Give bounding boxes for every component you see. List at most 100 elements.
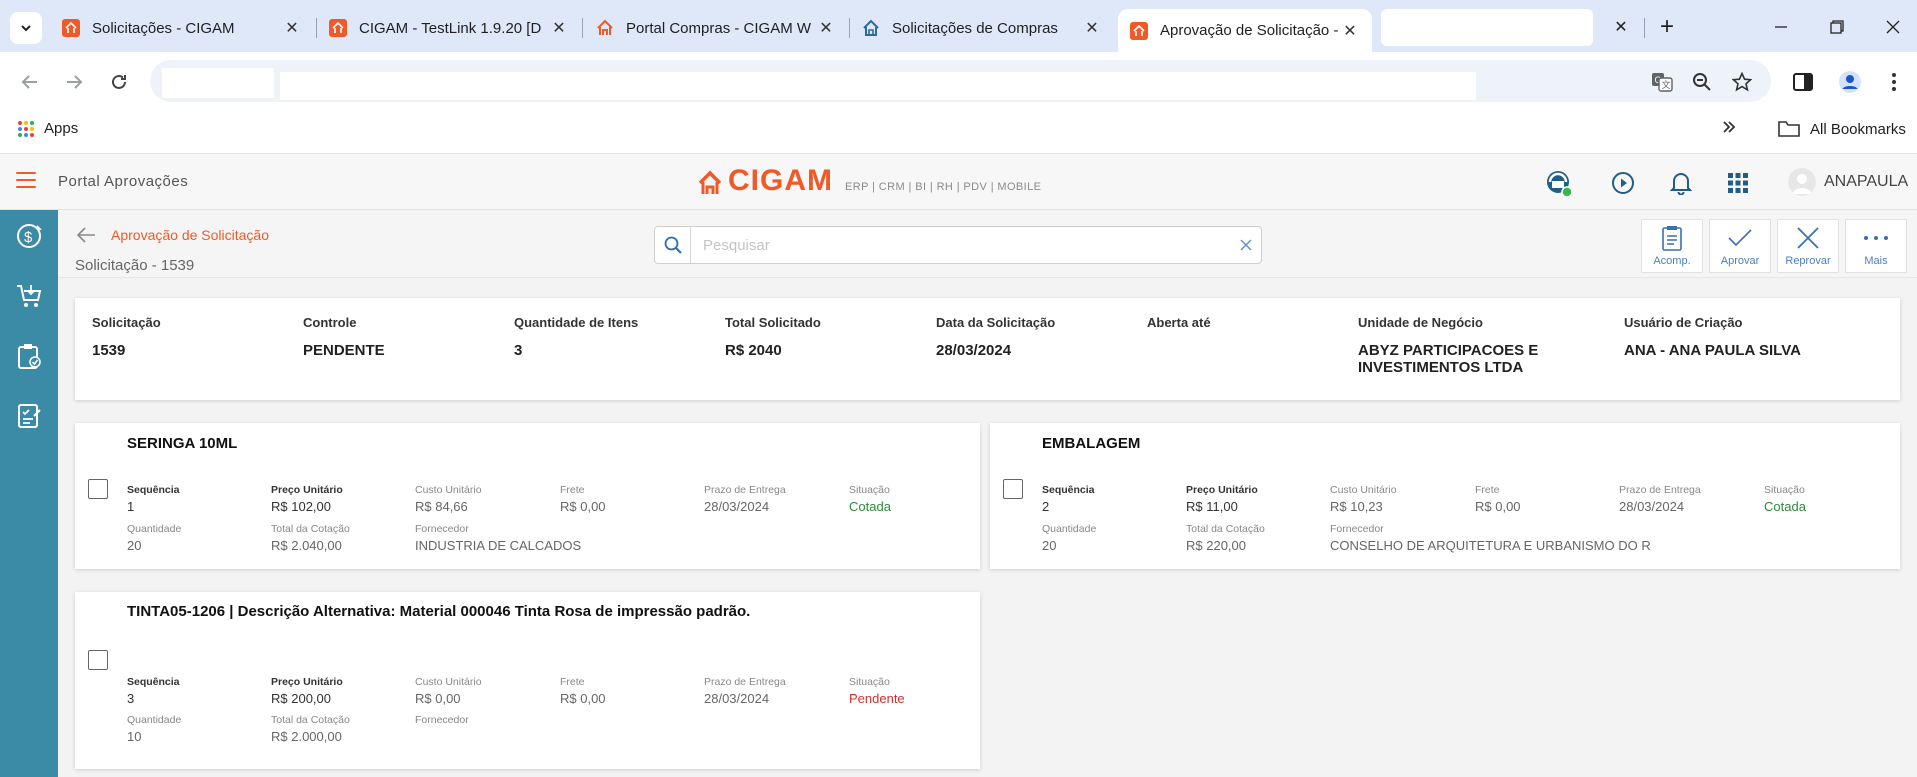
browser-tab-6[interactable] bbox=[1381, 9, 1593, 46]
close-tab-icon[interactable]: ✕ bbox=[816, 18, 836, 38]
summary-label: Usuário de Criação bbox=[1624, 315, 1743, 330]
browser-tab-5-active[interactable]: Aprovação de Solicitação - ✕ bbox=[1118, 9, 1372, 52]
search-box bbox=[654, 226, 1262, 264]
new-tab-icon[interactable]: + bbox=[1652, 13, 1682, 40]
aprovar-button[interactable]: Aprovar bbox=[1709, 219, 1771, 273]
close-tab-icon[interactable]: ✕ bbox=[549, 18, 569, 38]
summary-quantidade-itens: Quantidade de Itens 3 bbox=[514, 315, 638, 359]
breadcrumb[interactable]: Aprovação de Solicitação bbox=[111, 227, 269, 243]
reprovar-button[interactable]: Reprovar bbox=[1777, 219, 1839, 273]
back-arrow-icon[interactable] bbox=[76, 226, 98, 248]
search-input[interactable] bbox=[691, 228, 1231, 262]
bookmark-star-icon[interactable] bbox=[1726, 66, 1758, 98]
browser-tab-2[interactable]: CIGAM - TestLink 1.9.20 [D ✕ bbox=[329, 11, 569, 45]
field-frete: Frete R$ 0,00 bbox=[1475, 484, 1521, 514]
all-bookmarks[interactable]: All Bookmarks bbox=[1778, 120, 1906, 138]
item-title: TINTA05-1206 | Descrição Alternativa: Ma… bbox=[127, 603, 751, 620]
close-tab-icon[interactable]: ✕ bbox=[282, 18, 302, 38]
checklist-icon[interactable] bbox=[15, 402, 43, 430]
clear-search-icon[interactable] bbox=[1231, 239, 1261, 251]
field-value: R$ 0,00 bbox=[1475, 499, 1521, 514]
address-bar-url bbox=[280, 72, 1476, 100]
reload-icon[interactable] bbox=[103, 66, 135, 98]
search-icon[interactable] bbox=[655, 227, 691, 263]
field-label: Frete bbox=[560, 484, 585, 496]
bookmarks-overflow-icon[interactable] bbox=[1722, 120, 1736, 134]
reprovar-label: Reprovar bbox=[1785, 255, 1831, 267]
finance-approval-icon[interactable]: $ bbox=[15, 222, 43, 250]
acompanhar-button[interactable]: Acomp. bbox=[1641, 219, 1703, 273]
summary-aberta: Aberta até bbox=[1147, 315, 1211, 342]
item-checkbox[interactable] bbox=[1003, 479, 1023, 499]
field-value: 28/03/2024 bbox=[1619, 499, 1685, 514]
item-card-2: EMBALAGEM Sequência 2 Preço Unitário R$ 11… bbox=[990, 423, 1900, 569]
mais-button[interactable]: Mais bbox=[1845, 219, 1907, 273]
clipboard-approval-icon[interactable] bbox=[15, 342, 43, 370]
summary-total: Total Solicitado R$ 2040 bbox=[725, 315, 821, 359]
browser-tab-1[interactable]: Solicitações - CIGAM ✕ bbox=[62, 11, 302, 45]
close-icon bbox=[1796, 224, 1820, 252]
zoom-icon[interactable] bbox=[1686, 66, 1718, 98]
back-icon[interactable] bbox=[14, 66, 46, 98]
browser-tab-4[interactable]: Solicitações de Compras ✕ bbox=[862, 11, 1102, 45]
restore-icon[interactable] bbox=[1822, 14, 1852, 40]
field-label: Fornecedor bbox=[415, 523, 469, 535]
field-custo-unitario: Custo Unitário R$ 0,00 bbox=[415, 676, 482, 706]
field-label: Custo Unitário bbox=[415, 676, 482, 688]
close-tab-icon[interactable]: ✕ bbox=[1606, 14, 1636, 40]
field-sequencia: Sequência 2 bbox=[1042, 484, 1095, 514]
field-value: INDUSTRIA DE CALCADOS bbox=[415, 538, 582, 553]
page-subheader: Aprovação de Solicitação Solicitação - 1… bbox=[58, 210, 1917, 278]
connection-status-icon[interactable] bbox=[1544, 168, 1574, 198]
field-value: 2 bbox=[1042, 499, 1050, 514]
field-value: R$ 84,66 bbox=[415, 499, 468, 514]
summary-value: R$ 2040 bbox=[725, 342, 782, 359]
field-value: R$ 200,00 bbox=[271, 691, 331, 706]
purchase-cart-icon[interactable] bbox=[15, 282, 43, 310]
field-preco-unitario: Preço Unitário R$ 200,00 bbox=[271, 676, 343, 706]
item-checkbox[interactable] bbox=[88, 650, 108, 670]
translate-icon[interactable]: G文 bbox=[1646, 66, 1678, 98]
browser-tab-3[interactable]: Portal Compras - CIGAM W ✕ bbox=[596, 11, 836, 45]
field-label: Quantidade bbox=[1042, 523, 1097, 535]
bell-icon[interactable] bbox=[1666, 168, 1696, 198]
hamburger-menu-icon[interactable] bbox=[16, 172, 36, 188]
side-panel-icon[interactable] bbox=[1787, 66, 1819, 98]
field-value: 20 bbox=[1042, 538, 1057, 553]
summary-value: 3 bbox=[514, 342, 523, 359]
play-circle-icon[interactable] bbox=[1608, 168, 1638, 198]
summary-label: Data da Solicitação bbox=[936, 315, 1056, 330]
summary-card: Solicitação 1539 Controle PENDENTE Quant… bbox=[75, 298, 1900, 400]
kebab-menu-icon[interactable] bbox=[1878, 66, 1910, 98]
minimize-icon[interactable] bbox=[1766, 14, 1796, 40]
tab-title: Aprovação de Solicitação - bbox=[1160, 22, 1339, 39]
cigam-icon bbox=[329, 19, 347, 37]
field-value: R$ 0,00 bbox=[560, 499, 606, 514]
tab-search-button[interactable] bbox=[10, 12, 42, 44]
field-preco-unitario: Preço Unitário R$ 102,00 bbox=[271, 484, 343, 514]
field-sequencia: Sequência 3 bbox=[127, 676, 180, 706]
field-prazo: Prazo de Entrega 28/03/2024 bbox=[704, 484, 786, 514]
forward-icon[interactable] bbox=[58, 66, 90, 98]
field-label: Quantidade bbox=[127, 714, 182, 726]
field-value: R$ 10,23 bbox=[1330, 499, 1383, 514]
user-menu[interactable]: ANAPAULA bbox=[1788, 168, 1908, 196]
apps-bookmark[interactable]: Apps bbox=[18, 120, 78, 137]
apps-grid-icon[interactable] bbox=[1723, 168, 1753, 198]
field-label: Situação bbox=[849, 676, 890, 688]
profile-icon[interactable] bbox=[1834, 66, 1866, 98]
close-tab-icon[interactable]: ✕ bbox=[1340, 21, 1360, 41]
field-value: R$ 2.040,00 bbox=[271, 538, 342, 553]
close-window-icon[interactable] bbox=[1878, 14, 1908, 40]
tab-title: Solicitações - CIGAM bbox=[92, 19, 235, 37]
cigam-logo: CIGAM ERP | CRM | BI | RH | PDV | MOBILE bbox=[698, 166, 1041, 196]
tab-title: Solicitações de Compras bbox=[892, 19, 1058, 37]
summary-usuario: Usuário de Criação ANA - ANA PAULA SILVA bbox=[1624, 315, 1801, 359]
item-checkbox[interactable] bbox=[88, 479, 108, 499]
close-tab-icon[interactable]: ✕ bbox=[1082, 18, 1102, 38]
cigam-icon bbox=[1130, 21, 1148, 40]
field-custo-unitario: Custo Unitário R$ 84,66 bbox=[415, 484, 482, 514]
avatar bbox=[1788, 168, 1816, 196]
field-value: R$ 11,00 bbox=[1186, 499, 1238, 514]
field-value: 20 bbox=[127, 538, 142, 553]
